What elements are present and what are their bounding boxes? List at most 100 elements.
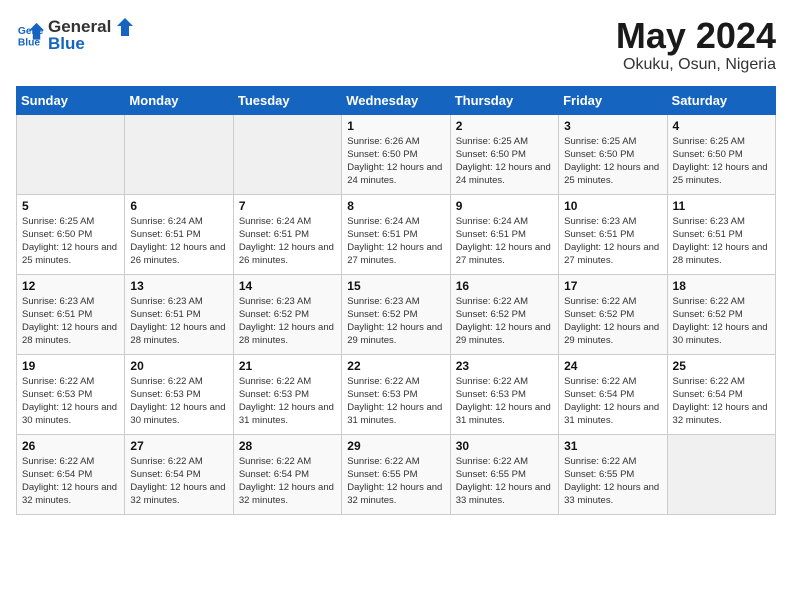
calendar-cell (667, 434, 775, 514)
day-info: Sunrise: 6:26 AM Sunset: 6:50 PM Dayligh… (347, 135, 444, 188)
day-info: Sunrise: 6:25 AM Sunset: 6:50 PM Dayligh… (22, 215, 119, 268)
calendar-cell: 21 Sunrise: 6:22 AM Sunset: 6:53 PM Dayli… (233, 354, 341, 434)
day-info: Sunrise: 6:24 AM Sunset: 6:51 PM Dayligh… (130, 215, 227, 268)
day-info: Sunrise: 6:22 AM Sunset: 6:54 PM Dayligh… (564, 375, 661, 428)
calendar-cell: 13 Sunrise: 6:23 AM Sunset: 6:51 PM Dayli… (125, 274, 233, 354)
day-number: 23 (456, 359, 553, 373)
day-number: 27 (130, 439, 227, 453)
day-number: 10 (564, 199, 661, 213)
calendar-cell: 8 Sunrise: 6:24 AM Sunset: 6:51 PM Daylig… (342, 194, 450, 274)
day-info: Sunrise: 6:23 AM Sunset: 6:52 PM Dayligh… (239, 295, 336, 348)
day-info: Sunrise: 6:22 AM Sunset: 6:53 PM Dayligh… (347, 375, 444, 428)
calendar-cell (233, 114, 341, 194)
day-info: Sunrise: 6:22 AM Sunset: 6:55 PM Dayligh… (347, 455, 444, 508)
day-info: Sunrise: 6:24 AM Sunset: 6:51 PM Dayligh… (456, 215, 553, 268)
calendar-week-row: 1 Sunrise: 6:26 AM Sunset: 6:50 PM Daylig… (17, 114, 776, 194)
calendar-cell: 2 Sunrise: 6:25 AM Sunset: 6:50 PM Daylig… (450, 114, 558, 194)
day-info: Sunrise: 6:22 AM Sunset: 6:52 PM Dayligh… (673, 295, 770, 348)
day-info: Sunrise: 6:23 AM Sunset: 6:51 PM Dayligh… (564, 215, 661, 268)
day-info: Sunrise: 6:22 AM Sunset: 6:53 PM Dayligh… (456, 375, 553, 428)
day-info: Sunrise: 6:22 AM Sunset: 6:53 PM Dayligh… (130, 375, 227, 428)
day-number: 20 (130, 359, 227, 373)
day-number: 19 (22, 359, 119, 373)
calendar-cell: 24 Sunrise: 6:22 AM Sunset: 6:54 PM Dayli… (559, 354, 667, 434)
calendar-cell (125, 114, 233, 194)
day-number: 16 (456, 279, 553, 293)
day-info: Sunrise: 6:22 AM Sunset: 6:52 PM Dayligh… (456, 295, 553, 348)
day-header-sunday: Sunday (17, 86, 125, 114)
day-info: Sunrise: 6:25 AM Sunset: 6:50 PM Dayligh… (673, 135, 770, 188)
day-header-monday: Monday (125, 86, 233, 114)
day-number: 17 (564, 279, 661, 293)
day-header-thursday: Thursday (450, 86, 558, 114)
calendar-week-row: 19 Sunrise: 6:22 AM Sunset: 6:53 PM Dayli… (17, 354, 776, 434)
calendar-cell: 5 Sunrise: 6:25 AM Sunset: 6:50 PM Daylig… (17, 194, 125, 274)
calendar-cell: 10 Sunrise: 6:23 AM Sunset: 6:51 PM Dayli… (559, 194, 667, 274)
day-info: Sunrise: 6:22 AM Sunset: 6:55 PM Dayligh… (456, 455, 553, 508)
logo: General Blue General Blue (16, 16, 135, 54)
calendar-cell: 30Sunrise: 6:22 AM Sunset: 6:55 PM Dayli… (450, 434, 558, 514)
day-number: 25 (673, 359, 770, 373)
calendar-cell: 26Sunrise: 6:22 AM Sunset: 6:54 PM Dayli… (17, 434, 125, 514)
day-info: Sunrise: 6:22 AM Sunset: 6:53 PM Dayligh… (239, 375, 336, 428)
page-header: General Blue General Blue May 2024 Okuku… (16, 16, 776, 74)
calendar-cell: 3Sunrise: 6:25 AM Sunset: 6:50 PM Daylig… (559, 114, 667, 194)
day-number: 9 (456, 199, 553, 213)
calendar-cell: 4 Sunrise: 6:25 AM Sunset: 6:50 PM Daylig… (667, 114, 775, 194)
day-number: 7 (239, 199, 336, 213)
calendar-week-row: 26 Sunrise: 6:22 AM Sunset: 6:54 PM Dayli… (17, 434, 776, 514)
day-number: 28 (239, 439, 336, 453)
day-number: 4 (673, 119, 770, 133)
day-info: Sunrise: 6:22 AM Sunset: 6:55 PM Dayligh… (564, 455, 661, 508)
calendar-cell: 16 Sunrise: 6:22 AM Sunset: 6:52 PM Dayli… (450, 274, 558, 354)
logo-chevron-icon (113, 16, 135, 38)
calendar-cell: 17 Sunrise: 6:22 AM Sunset: 6:52 PM Dayli… (559, 274, 667, 354)
calendar-cell: 1 Sunrise: 6:26 AM Sunset: 6:50 PM Daylig… (342, 114, 450, 194)
day-info: Sunrise: 6:25 AM Sunset: 6:50 PM Dayligh… (456, 135, 553, 188)
day-info: Sunrise: 6:23 AM Sunset: 6:51 PM Dayligh… (130, 295, 227, 348)
calendar-cell: 20 Sunrise: 6:22 AM Sunset: 6:53 PM Dayli… (125, 354, 233, 434)
day-header-wednesday: Wednesday (342, 86, 450, 114)
calendar-cell: 7 Sunrise: 6:24 AM Sunset: 6:51 PM Daylig… (233, 194, 341, 274)
day-number: 31 (564, 439, 661, 453)
day-number: 21 (239, 359, 336, 373)
month-year-title: May 2024 (616, 16, 776, 56)
day-number: 1 (347, 119, 444, 133)
calendar-cell: 23 Sunrise: 6:22 AM Sunset: 6:53 PM Dayli… (450, 354, 558, 434)
calendar-table: SundayMondayTuesdayWednesdayThursdayFrid… (16, 86, 776, 515)
day-info: Sunrise: 6:24 AM Sunset: 6:51 PM Dayligh… (239, 215, 336, 268)
day-info: Sunrise: 6:25 AM Sunset: 6:50 PM Dayligh… (564, 135, 661, 188)
day-number: 2 (456, 119, 553, 133)
calendar-cell: 28 Sunrise: 6:22 AM Sunset: 6:54 PM Dayli… (233, 434, 341, 514)
day-info: Sunrise: 6:23 AM Sunset: 6:51 PM Dayligh… (673, 215, 770, 268)
day-number: 13 (130, 279, 227, 293)
day-number: 18 (673, 279, 770, 293)
calendar-cell: 19Sunrise: 6:22 AM Sunset: 6:53 PM Dayli… (17, 354, 125, 434)
day-info: Sunrise: 6:22 AM Sunset: 6:52 PM Dayligh… (564, 295, 661, 348)
day-info: Sunrise: 6:23 AM Sunset: 6:52 PM Dayligh… (347, 295, 444, 348)
day-info: Sunrise: 6:22 AM Sunset: 6:54 PM Dayligh… (673, 375, 770, 428)
day-number: 11 (673, 199, 770, 213)
day-number: 24 (564, 359, 661, 373)
day-header-saturday: Saturday (667, 86, 775, 114)
day-info: Sunrise: 6:24 AM Sunset: 6:51 PM Dayligh… (347, 215, 444, 268)
day-number: 5 (22, 199, 119, 213)
day-number: 26 (22, 439, 119, 453)
day-number: 6 (130, 199, 227, 213)
calendar-cell: 22 Sunrise: 6:22 AM Sunset: 6:53 PM Dayli… (342, 354, 450, 434)
day-number: 8 (347, 199, 444, 213)
day-number: 22 (347, 359, 444, 373)
day-info: Sunrise: 6:22 AM Sunset: 6:54 PM Dayligh… (239, 455, 336, 508)
calendar-cell: 27Sunrise: 6:22 AM Sunset: 6:54 PM Dayli… (125, 434, 233, 514)
day-number: 15 (347, 279, 444, 293)
calendar-cell: 29Sunrise: 6:22 AM Sunset: 6:55 PM Dayli… (342, 434, 450, 514)
location-subtitle: Okuku, Osun, Nigeria (616, 56, 776, 74)
calendar-cell: 15 Sunrise: 6:23 AM Sunset: 6:52 PM Dayli… (342, 274, 450, 354)
day-number: 14 (239, 279, 336, 293)
day-header-friday: Friday (559, 86, 667, 114)
title-block: May 2024 Okuku, Osun, Nigeria (616, 16, 776, 74)
day-number: 12 (22, 279, 119, 293)
calendar-week-row: 12 Sunrise: 6:23 AM Sunset: 6:51 PM Dayli… (17, 274, 776, 354)
calendar-cell: 12Sunrise: 6:23 AM Sunset: 6:51 PM Dayli… (17, 274, 125, 354)
calendar-cell: 6 Sunrise: 6:24 AM Sunset: 6:51 PM Daylig… (125, 194, 233, 274)
